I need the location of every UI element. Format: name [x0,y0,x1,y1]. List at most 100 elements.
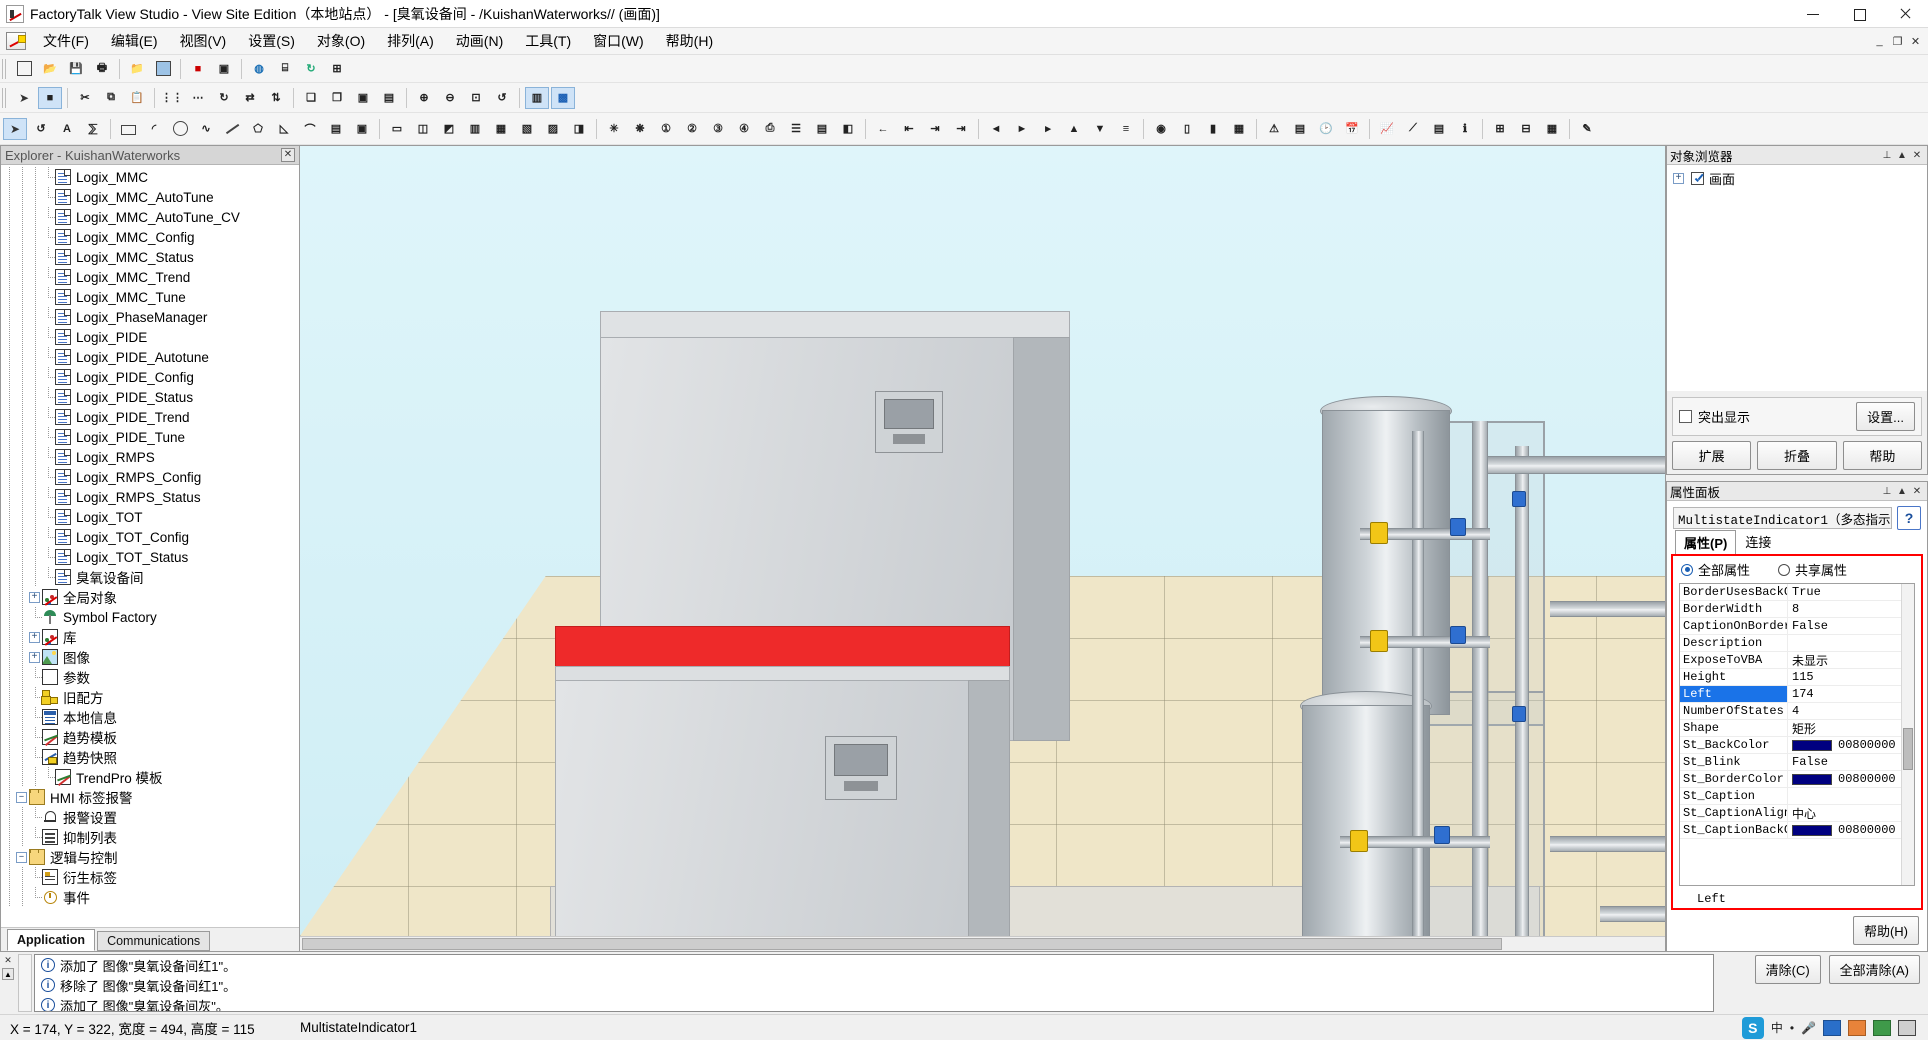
ime-menu-icon[interactable] [1898,1019,1916,1036]
tree-item[interactable]: 趋势模板 [1,727,299,747]
arc-tool-icon[interactable]: ◜ [142,118,166,140]
property-panel-collapse-icon[interactable]: ▲ [1895,484,1909,498]
property-value[interactable]: 00800000 [1788,822,1901,838]
zoom-out-icon[interactable]: ⊖ [438,87,462,109]
alarm-list-icon[interactable]: ▤ [1288,118,1312,140]
log-close-icon[interactable]: ✕ [2,954,14,966]
toggle-tool-icon[interactable]: ◫ [411,118,435,140]
goto-display-icon[interactable]: ▧ [515,118,539,140]
canvas-scroll-thumb[interactable] [302,938,1502,950]
property-grid[interactable]: BorderUsesBackC True BorderWidth 8 CaptionOn… [1679,583,1915,886]
tree-item[interactable]: 参数 [1,667,299,687]
property-value[interactable]: 未显示 [1788,652,1901,669]
window-maximize-button[interactable] [1836,0,1882,28]
selected-object-name[interactable]: MultistateIndicator1（多态指示 [1673,507,1892,529]
refresh-icon[interactable]: ↻ [299,58,323,80]
control-list-icon[interactable]: ☰ [784,118,808,140]
tree-item[interactable]: Logix_MMC_Config [1,227,299,247]
toolbar-grip[interactable] [2,87,8,108]
gauge-tool-icon[interactable]: ◉ [1149,118,1173,140]
ozone-tank-1[interactable] [1322,410,1450,715]
tree-item[interactable]: Logix_RMPS_Config [1,467,299,487]
tree-item[interactable]: Logix_PIDE_Status [1,387,299,407]
property-value[interactable]: 矩形 [1788,720,1901,737]
toolbar-grip[interactable] [2,58,8,79]
select-mode-icon[interactable]: ■ [38,86,62,109]
property-value[interactable]: 115 [1788,669,1901,685]
canvas-horizontal-scrollbar[interactable] [300,936,1665,951]
save-display-icon[interactable]: 💾 [64,58,88,80]
tree-item[interactable]: 事件 [1,887,299,907]
button-tool-icon[interactable]: ▭ [385,118,409,140]
window-minimize-button[interactable] [1790,0,1836,28]
valve-blue-5[interactable] [1512,491,1526,507]
cut-icon[interactable]: ✂ [73,87,97,109]
property-help-button[interactable]: 帮助(H) [1852,916,1919,945]
object-browser-collapse-icon[interactable]: ▲ [1895,148,1909,162]
image-tool-icon[interactable]: ▣ [350,118,374,140]
tab-communications[interactable]: Communications [97,931,211,951]
rotate-icon[interactable]: ↻ [212,87,236,109]
polygon-tool-icon[interactable]: ⬠ [246,118,270,140]
tree-expander[interactable]: – [16,851,27,863]
trend-tool-icon[interactable]: 📈 [1375,118,1399,140]
tree-item[interactable]: Logix_PhaseManager [1,307,299,327]
tree-item[interactable]: – 逻辑与控制 [1,847,299,867]
tree-item[interactable]: + 图像 [1,647,299,667]
xy-plot-icon[interactable]: ⟋ [1401,118,1425,140]
tree-item[interactable]: – HMI 标签报警 [1,787,299,807]
date-display-icon[interactable]: 📅 [1340,118,1364,140]
object-browser-tree[interactable]: + 画面 [1667,165,1927,391]
property-row[interactable]: St_CaptionBackC 00800000 [1680,822,1901,839]
property-value[interactable]: 中心 [1788,805,1901,822]
tab-application[interactable]: Application [7,929,96,951]
property-row[interactable]: BorderWidth 8 [1680,601,1901,618]
ime-microphone-icon[interactable]: 🎤 [1801,1021,1816,1035]
property-row[interactable]: Shape 矩形 [1680,720,1901,737]
tree-item[interactable]: Logix_TOT_Config [1,527,299,547]
log-row[interactable]: i 添加了 图像"臭氧设备间红1"。 [35,955,1713,975]
property-row[interactable]: ExposeToVBA 未显示 [1680,652,1901,669]
tree-item[interactable]: 抑制列表 [1,827,299,847]
cabinet-front[interactable] [515,626,1045,936]
property-value[interactable]: 8 [1788,601,1901,617]
macro-button-icon[interactable]: ◧ [836,118,860,140]
align-center-icon[interactable]: ≡ [1114,118,1138,140]
tree-item[interactable]: Logix_MMC [1,167,299,187]
log-vertical-scrollbar[interactable] [18,954,32,1012]
tree-item[interactable]: 旧配方 [1,687,299,707]
tree-item[interactable]: Logix_PIDE [1,327,299,347]
log-message-list[interactable]: i 添加了 图像"臭氧设备间红1"。 i 移除了 图像"臭氧设备间红1"。 i 添加了 图… [34,954,1714,1012]
nav-next-icon[interactable]: ▸ [1036,118,1060,140]
log-clear-all-button[interactable]: 全部清除(A) [1828,955,1920,984]
property-value[interactable]: True [1788,584,1901,600]
tree-item[interactable]: Logix_MMC_AutoTune [1,187,299,207]
log-clear-button[interactable]: 清除(C) [1754,955,1821,984]
valve-yellow-2[interactable] [1370,630,1388,652]
activex-tool-icon[interactable]: ⊞ [1488,118,1512,140]
ungroup-icon[interactable]: ❐ [325,87,349,109]
valve-blue-6[interactable] [1512,706,1526,722]
ime-chinese-icon[interactable]: 中 [1771,1019,1783,1036]
window-close-button[interactable] [1882,0,1928,28]
property-panel-pin-icon[interactable]: ⊥ [1880,484,1894,498]
tree-item[interactable]: Logix_PIDE_Config [1,367,299,387]
tree-expander[interactable]: + [29,591,40,603]
freehand-tool-icon[interactable]: ∿ [194,118,218,140]
valve-blue-3[interactable] [1434,826,1450,844]
property-rows[interactable]: BorderUsesBackC True BorderWidth 8 CaptionOn… [1680,584,1901,885]
numeric-display-icon[interactable]: ① [654,118,678,140]
log-scroll-up-icon[interactable]: ▲ [2,968,14,980]
group-icon[interactable]: ❏ [299,87,323,109]
alarm-banner-icon[interactable]: ⚠ [1262,118,1286,140]
tree-item[interactable]: TrendPro 模板 [1,767,299,787]
numeric-tool-icon[interactable]: ⅀ [81,118,105,140]
arrow-left-icon[interactable]: ← [871,118,895,140]
wedge-tool-icon[interactable]: ◺ [272,118,296,140]
diagnostic-list-icon[interactable]: ▤ [1427,118,1451,140]
sogou-ime-icon[interactable]: S [1741,1016,1764,1039]
copy-icon[interactable]: ⧉ [99,87,123,109]
stop-test-icon[interactable]: ■ [186,58,210,80]
latched-button-icon[interactable]: ▥ [463,118,487,140]
ozone-tank-2[interactable] [1302,705,1430,936]
